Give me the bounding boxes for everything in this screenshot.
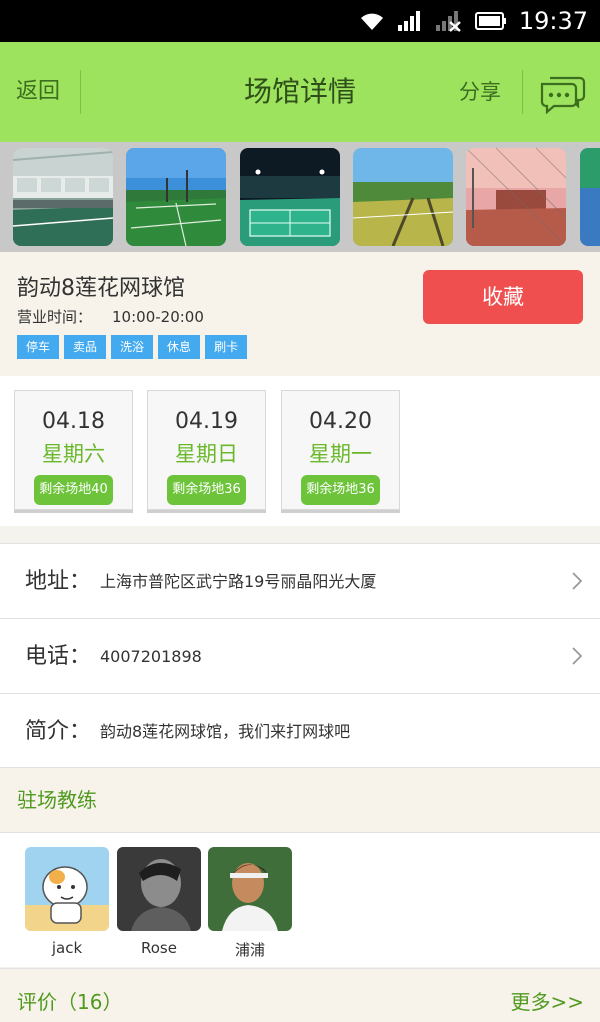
clock: 19:37 (518, 7, 588, 35)
avatar (117, 847, 201, 931)
coach-item[interactable]: jack (25, 847, 109, 957)
coach-item[interactable]: Rose (117, 847, 201, 957)
date-card[interactable]: 04.20 星期一 剩余场地36 (281, 390, 400, 510)
date-card[interactable]: 04.19 星期日 剩余场地36 (147, 390, 266, 510)
date: 04.20 (309, 409, 372, 434)
date-card[interactable]: 04.18 星期六 剩余场地40 (14, 390, 133, 510)
weekday: 星期六 (42, 442, 105, 466)
reviews-bar: 评价（16） 更多>> (0, 968, 600, 1022)
avatar (25, 847, 109, 931)
back-button[interactable]: 返回 (16, 42, 60, 142)
intro-value: 韵动8莲花网球馆，我们来打网球吧 (100, 722, 351, 741)
venue-details: 地址： 上海市普陀区武宁路19号丽晶阳光大厦 电话： 4007201898 简介… (0, 543, 600, 768)
venue-name: 韵动8莲花网球馆 (17, 276, 185, 301)
avatar (208, 847, 292, 931)
coach-list: jack Rose 浦浦 (0, 832, 600, 967)
battery-icon (474, 12, 506, 30)
venue-photo[interactable] (466, 148, 566, 246)
divider (80, 70, 81, 114)
venue-photo[interactable] (580, 148, 600, 246)
venue-photo[interactable] (13, 148, 113, 246)
page-title: 场馆详情 (243, 75, 356, 108)
weekday: 星期日 (175, 442, 238, 466)
signal-off-icon (435, 11, 461, 32)
hours-value: 10:00-20:00 (112, 308, 204, 326)
weekday: 星期一 (309, 442, 372, 466)
venue-info: 韵动8莲花网球馆 营业时间： 10:00-20:00 停车 卖品 洗浴 休息 刷卡… (0, 252, 600, 376)
remaining-courts-badge: 剩余场地36 (167, 475, 246, 505)
coach-name: 浦浦 (234, 941, 265, 959)
address-row[interactable]: 地址： 上海市普陀区武宁路19号丽晶阳光大厦 (0, 544, 600, 619)
date: 04.18 (42, 409, 105, 434)
remaining-courts-badge: 剩余场地36 (301, 475, 380, 505)
chat-icon (540, 76, 586, 115)
address-value: 上海市普陀区武宁路19号丽晶阳光大厦 (100, 572, 377, 591)
venue-photo[interactable] (353, 148, 453, 246)
coach-item[interactable]: 浦浦 (208, 847, 292, 960)
facility-tag: 休息 (158, 335, 201, 359)
wifi-icon (360, 13, 383, 30)
coach-section-title: 驻场教练 (17, 788, 97, 812)
date-selector: 04.18 星期六 剩余场地40 04.19 星期日 剩余场地36 04.20 … (0, 376, 600, 526)
business-hours: 营业时间： 10:00-20:00 (17, 306, 204, 327)
intro-label: 简介： (25, 719, 92, 744)
coach-section-header: 驻场教练 (0, 768, 600, 832)
coach-name: jack (51, 939, 83, 957)
status-bar: 19:37 (0, 0, 600, 42)
venue-photo[interactable] (240, 148, 340, 246)
share-button[interactable]: 分享 (459, 42, 501, 142)
hours-label: 营业时间： (17, 308, 93, 326)
divider (522, 70, 523, 114)
more-reviews-link[interactable]: 更多>> (510, 969, 584, 1022)
status-icons: 19:37 (359, 0, 588, 42)
chevron-right-icon (572, 647, 582, 665)
coach-name: Rose (141, 939, 177, 957)
facility-tag: 卖品 (64, 335, 107, 359)
favorite-button[interactable]: 收藏 (423, 270, 583, 324)
date: 04.19 (175, 409, 238, 434)
phone-label: 电话： (25, 644, 92, 669)
intro-row: 简介： 韵动8莲花网球馆，我们来打网球吧 (0, 694, 600, 769)
address-label: 地址： (25, 569, 92, 594)
phone-value: 4007201898 (100, 647, 202, 666)
facility-tag: 刷卡 (205, 335, 248, 359)
photo-gallery[interactable] (0, 142, 600, 252)
reviews-count: 评价（16） (17, 990, 123, 1014)
facility-tags: 停车 卖品 洗浴 休息 刷卡 (17, 335, 248, 359)
phone-row[interactable]: 电话： 4007201898 (0, 619, 600, 694)
chevron-right-icon (572, 572, 582, 590)
title-bar: 返回 场馆详情 分享 (0, 42, 600, 142)
venue-photo[interactable] (126, 148, 226, 246)
signal-icon (397, 11, 420, 31)
remaining-courts-badge: 剩余场地40 (34, 475, 113, 505)
facility-tag: 洗浴 (111, 335, 154, 359)
chat-button[interactable] (538, 72, 586, 115)
facility-tag: 停车 (17, 335, 60, 359)
